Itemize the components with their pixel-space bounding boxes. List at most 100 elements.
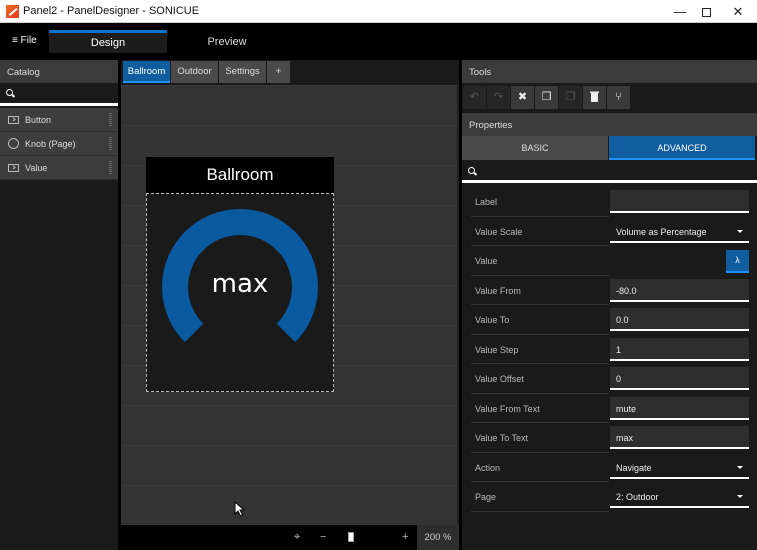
- prop-row-value-offset: Value Offset 0: [462, 364, 757, 394]
- title-bar: Panel2 - PanelDesigner - SONICUE — ✕: [0, 0, 757, 23]
- drag-handle-icon[interactable]: [109, 113, 112, 127]
- zoom-level: 200 %: [417, 525, 459, 550]
- search-icon: [468, 167, 475, 174]
- page-tab-ballroom[interactable]: Ballroom: [123, 61, 170, 83]
- prop-label: Value Step: [475, 344, 519, 355]
- window-title: Panel2 - PanelDesigner - SONICUE: [23, 5, 200, 17]
- chevron-down-icon: [737, 229, 743, 233]
- prop-row-value-from-text: Value From Text mute: [462, 394, 757, 423]
- prop-label: Page: [475, 492, 497, 502]
- search-icon: [6, 89, 13, 96]
- catalog-item-label: Knob (Page): [25, 139, 76, 149]
- catalog-item-label: Button: [25, 115, 52, 125]
- tools-title: Tools: [462, 60, 757, 83]
- zoom-out-button[interactable]: −: [320, 531, 326, 543]
- design-canvas[interactable]: Ballroom max: [121, 85, 459, 525]
- properties-list: Label Value Scale Volume as Percentage V…: [462, 187, 757, 512]
- top-navigation: ≡ File Design Preview: [0, 23, 757, 59]
- catalog-item-knob[interactable]: Knob (Page): [0, 132, 118, 156]
- prop-label: Value Offset: [475, 374, 524, 384]
- divider: [471, 510, 609, 512]
- tab-preview[interactable]: Preview: [168, 30, 286, 53]
- trash-icon: [590, 91, 599, 102]
- copy-button[interactable]: ❐: [535, 86, 558, 109]
- file-menu-button[interactable]: ≡ File: [12, 35, 37, 46]
- center-view-icon[interactable]: ⌖: [294, 531, 300, 544]
- cut-button[interactable]: ✖: [511, 86, 534, 109]
- design-area: Ballroom Outdoor Settings + Ballroom max…: [121, 60, 459, 550]
- page-tab-outdoor[interactable]: Outdoor: [171, 61, 218, 83]
- zoom-in-button[interactable]: +: [402, 531, 408, 543]
- add-page-button[interactable]: +: [267, 61, 290, 83]
- inspector-panel: Tools ↶ ↷ ✖ ❐ ❐ ⑂ Properties BASIC ADVAN…: [462, 60, 757, 550]
- page-tab-settings[interactable]: Settings: [219, 61, 266, 83]
- prop-label: Value To: [475, 315, 510, 325]
- branch-button[interactable]: ⑂: [607, 86, 630, 109]
- page-select[interactable]: 2: Outdoor: [610, 485, 749, 508]
- maximize-button[interactable]: [690, 0, 722, 23]
- select-value: Navigate: [616, 462, 652, 473]
- value-icon: [8, 164, 19, 172]
- properties-search-input[interactable]: [462, 161, 757, 183]
- value-from-text-input[interactable]: mute: [610, 396, 749, 420]
- knob-widget[interactable]: max: [146, 193, 334, 392]
- drag-handle-icon[interactable]: [109, 161, 112, 175]
- catalog-search-input[interactable]: [0, 83, 118, 106]
- app-logo-icon: [6, 5, 19, 18]
- maximize-icon: [701, 8, 711, 18]
- action-select[interactable]: Navigate: [610, 455, 749, 479]
- zoom-bar: ⌖ − +: [121, 525, 417, 550]
- prop-label: Action: [475, 462, 501, 473]
- chevron-down-icon: [737, 465, 743, 469]
- app-window: Panel2 - PanelDesigner - SONICUE — ✕ ≡ F…: [0, 0, 757, 550]
- prop-row-value-to-text: Value To Text max: [462, 423, 757, 453]
- chevron-down-icon: [737, 495, 743, 498]
- catalog-panel: Catalog Button Knob (Page) Value: [0, 60, 118, 550]
- redo-button[interactable]: ↷: [487, 86, 510, 109]
- prop-label: Value From: [475, 285, 521, 296]
- value-step-input[interactable]: 1: [610, 337, 749, 361]
- prop-label: Value From Text: [475, 403, 540, 414]
- knob-value-text: max: [211, 269, 269, 299]
- catalog-item-button[interactable]: Button: [0, 108, 118, 132]
- catalog-item-value[interactable]: Value: [0, 156, 118, 180]
- lambda-expression-button[interactable]: λ: [726, 250, 749, 273]
- delete-button[interactable]: [583, 86, 606, 109]
- prop-label: Label: [475, 197, 498, 207]
- tab-basic[interactable]: BASIC: [462, 136, 608, 160]
- prop-label: Value: [475, 256, 498, 266]
- catalog-item-label: Value: [25, 163, 48, 173]
- tab-advanced[interactable]: ADVANCED: [609, 136, 755, 160]
- value-offset-input[interactable]: 0: [610, 367, 749, 390]
- prop-row-value-to: Value To 0.0: [462, 305, 757, 335]
- tab-design[interactable]: Design: [49, 30, 167, 53]
- drag-handle-icon[interactable]: [109, 137, 112, 151]
- canvas-scrollbar[interactable]: [457, 85, 459, 525]
- page-title-widget[interactable]: Ballroom: [146, 157, 334, 193]
- close-button[interactable]: ✕: [722, 0, 754, 23]
- prop-label: Value Scale: [475, 226, 523, 237]
- tools-toolbar: ↶ ↷ ✖ ❐ ❐ ⑂: [462, 83, 757, 113]
- prop-row-action: Action Navigate: [462, 453, 757, 482]
- select-value: 2: Outdoor: [616, 492, 659, 502]
- value-from-input[interactable]: -80.0: [610, 278, 749, 302]
- value-scale-select[interactable]: Volume as Percentage: [610, 219, 749, 243]
- knob-icon: [8, 138, 19, 149]
- paste-button[interactable]: ❐: [559, 86, 582, 109]
- prop-label: Value To Text: [475, 433, 529, 443]
- undo-button[interactable]: ↶: [463, 86, 486, 109]
- zoom-slider-handle[interactable]: [348, 532, 354, 542]
- value-to-text-input[interactable]: max: [610, 426, 749, 449]
- prop-row-value: Value λ: [462, 246, 757, 276]
- prop-row-page: Page 2: Outdoor: [462, 482, 757, 512]
- value-to-input[interactable]: 0.0: [610, 308, 749, 331]
- properties-title: Properties: [462, 113, 757, 136]
- mouse-cursor-icon: [234, 501, 245, 517]
- prop-row-value-scale: Value Scale Volume as Percentage: [462, 217, 757, 246]
- label-input[interactable]: [610, 190, 749, 213]
- properties-tabs: BASIC ADVANCED: [462, 136, 757, 161]
- prop-row-label: Label: [462, 187, 757, 217]
- prop-row-value-from: Value From -80.0: [462, 276, 757, 305]
- button-icon: [8, 116, 19, 124]
- prop-row-value-step: Value Step 1: [462, 335, 757, 364]
